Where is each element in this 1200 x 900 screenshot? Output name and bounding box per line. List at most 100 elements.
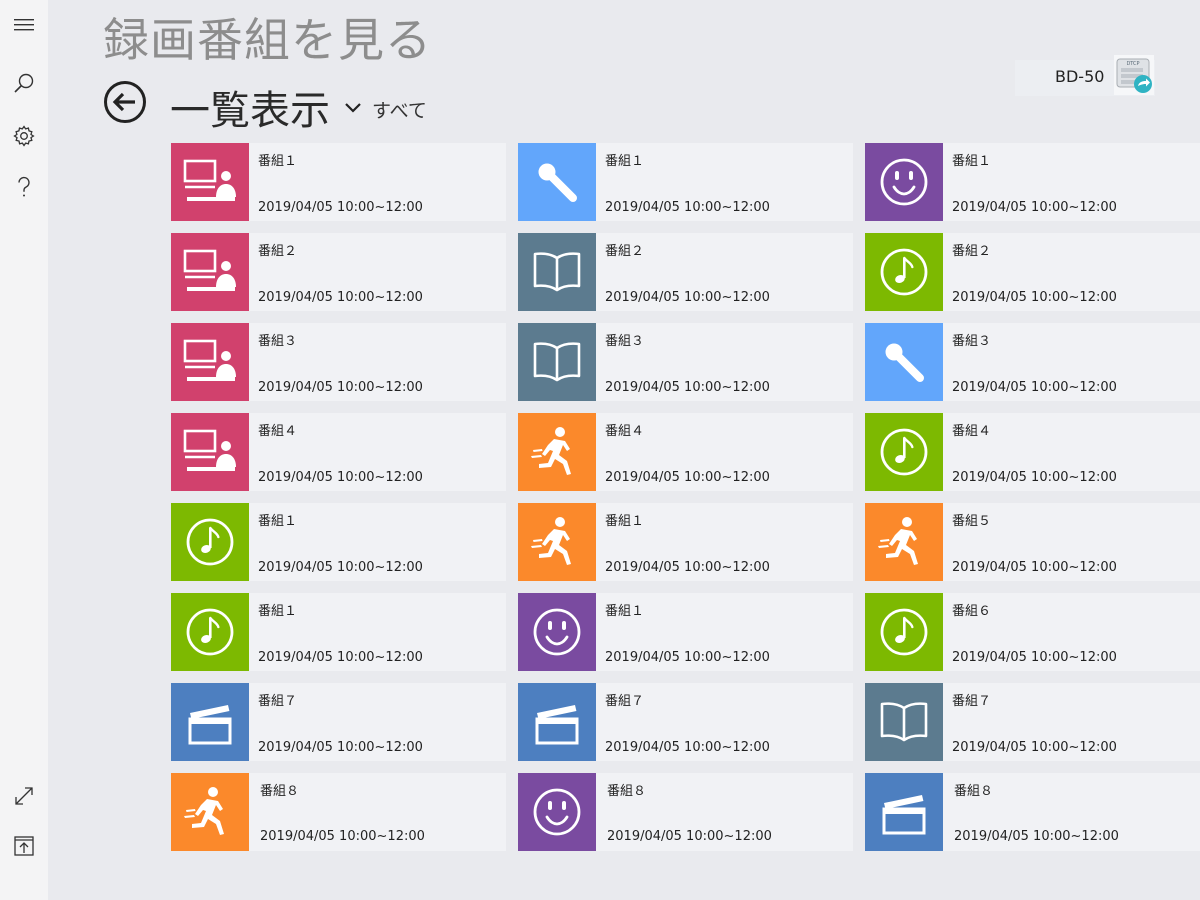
recording-tile[interactable]: 番組１ 2019/04/05 10:00~12:00 xyxy=(518,503,853,581)
recording-name: 番組８ xyxy=(607,784,647,799)
app-title: 録画番組を見る xyxy=(103,13,432,67)
recording-datetime: 2019/04/05 10:00~12:00 xyxy=(258,740,423,755)
recording-name: 番組１ xyxy=(952,154,992,169)
music-note-icon xyxy=(865,413,943,491)
runner-icon xyxy=(171,773,249,851)
book-icon xyxy=(518,323,596,401)
recording-datetime: 2019/04/05 10:00~12:00 xyxy=(954,829,1119,844)
hamburger-menu-icon[interactable] xyxy=(0,1,48,49)
recording-name: 番組３ xyxy=(952,334,992,349)
clapperboard-icon xyxy=(518,683,596,761)
recording-datetime: 2019/04/05 10:00~12:00 xyxy=(258,560,423,575)
recording-name: 番組７ xyxy=(605,694,645,709)
runner-icon xyxy=(865,503,943,581)
recording-name: 番組２ xyxy=(258,244,298,259)
recording-name: 番組５ xyxy=(952,514,992,529)
recording-datetime: 2019/04/05 10:00~12:00 xyxy=(605,200,770,215)
recording-name: 番組１ xyxy=(605,154,645,169)
recording-tile[interactable]: 番組８ 2019/04/05 10:00~12:00 xyxy=(518,773,853,851)
gear-icon[interactable] xyxy=(0,112,48,160)
recording-datetime: 2019/04/05 10:00~12:00 xyxy=(952,380,1117,395)
recording-name: 番組４ xyxy=(605,424,645,439)
recording-tile[interactable]: 番組４ 2019/04/05 10:00~12:00 xyxy=(171,413,506,491)
music-note-icon xyxy=(171,503,249,581)
recording-tile[interactable]: 番組２ 2019/04/05 10:00~12:00 xyxy=(171,233,506,311)
recording-name: 番組２ xyxy=(605,244,645,259)
recording-name: 番組７ xyxy=(952,694,992,709)
recording-tile[interactable]: 番組１ 2019/04/05 10:00~12:00 xyxy=(171,593,506,671)
recording-datetime: 2019/04/05 10:00~12:00 xyxy=(258,650,423,665)
chevron-down-icon[interactable] xyxy=(343,98,363,118)
recording-tile[interactable]: 番組５ 2019/04/05 10:00~12:00 xyxy=(865,503,1200,581)
recording-name: 番組１ xyxy=(258,604,298,619)
expand-icon[interactable] xyxy=(0,772,48,820)
clapperboard-icon xyxy=(865,773,943,851)
recording-tile[interactable]: 番組２ 2019/04/05 10:00~12:00 xyxy=(518,233,853,311)
device-selector[interactable]: BD-50 DTCP xyxy=(1015,55,1155,96)
recording-tile[interactable]: 番組１ 2019/04/05 10:00~12:00 xyxy=(518,593,853,671)
recording-datetime: 2019/04/05 10:00~12:00 xyxy=(258,200,423,215)
recording-datetime: 2019/04/05 10:00~12:00 xyxy=(952,200,1117,215)
recording-name: 番組４ xyxy=(258,424,298,439)
recording-name: 番組１ xyxy=(258,514,298,529)
recording-tile[interactable]: 番組３ 2019/04/05 10:00~12:00 xyxy=(171,323,506,401)
presenter-icon xyxy=(171,143,249,221)
recording-tile[interactable]: 番組４ 2019/04/05 10:00~12:00 xyxy=(865,413,1200,491)
presenter-icon xyxy=(171,323,249,401)
presenter-icon xyxy=(171,413,249,491)
search-icon[interactable] xyxy=(0,60,48,108)
recording-name: 番組１ xyxy=(605,514,645,529)
export-icon[interactable] xyxy=(0,822,48,870)
recording-tile[interactable]: 番組３ 2019/04/05 10:00~12:00 xyxy=(865,323,1200,401)
recording-datetime: 2019/04/05 10:00~12:00 xyxy=(952,560,1117,575)
recording-tile[interactable]: 番組８ 2019/04/05 10:00~12:00 xyxy=(865,773,1200,851)
recording-tile[interactable]: 番組３ 2019/04/05 10:00~12:00 xyxy=(518,323,853,401)
recording-name: 番組８ xyxy=(954,784,994,799)
svg-text:DTCP: DTCP xyxy=(1126,61,1139,67)
music-note-icon xyxy=(171,593,249,671)
recording-name: 番組１ xyxy=(258,154,298,169)
recording-datetime: 2019/04/05 10:00~12:00 xyxy=(952,470,1117,485)
recording-name: 番組８ xyxy=(260,784,300,799)
recording-datetime: 2019/04/05 10:00~12:00 xyxy=(605,290,770,305)
recording-tile[interactable]: 番組２ 2019/04/05 10:00~12:00 xyxy=(865,233,1200,311)
recording-tile[interactable]: 番組７ 2019/04/05 10:00~12:00 xyxy=(518,683,853,761)
smiley-icon xyxy=(865,143,943,221)
recording-datetime: 2019/04/05 10:00~12:00 xyxy=(258,290,423,305)
recording-datetime: 2019/04/05 10:00~12:00 xyxy=(605,380,770,395)
recording-tile[interactable]: 番組１ 2019/04/05 10:00~12:00 xyxy=(865,143,1200,221)
music-note-icon xyxy=(865,593,943,671)
back-arrow-icon xyxy=(104,81,146,123)
back-button[interactable] xyxy=(103,80,147,124)
clapperboard-icon xyxy=(171,683,249,761)
sidebar xyxy=(0,0,48,900)
runner-icon xyxy=(518,503,596,581)
recording-tile[interactable]: 番組１ 2019/04/05 10:00~12:00 xyxy=(171,143,506,221)
recording-datetime: 2019/04/05 10:00~12:00 xyxy=(605,470,770,485)
dtcp-device-icon: DTCP xyxy=(1114,55,1154,95)
recording-tile[interactable]: 番組６ 2019/04/05 10:00~12:00 xyxy=(865,593,1200,671)
recording-name: 番組６ xyxy=(952,604,992,619)
recording-name: 番組７ xyxy=(258,694,298,709)
recording-tile[interactable]: 番組７ 2019/04/05 10:00~12:00 xyxy=(865,683,1200,761)
recording-name: 番組４ xyxy=(952,424,992,439)
recording-datetime: 2019/04/05 10:00~12:00 xyxy=(258,380,423,395)
recording-datetime: 2019/04/05 10:00~12:00 xyxy=(605,560,770,575)
microphone-icon xyxy=(518,143,596,221)
recording-name: 番組２ xyxy=(952,244,992,259)
recording-tile[interactable]: 番組７ 2019/04/05 10:00~12:00 xyxy=(171,683,506,761)
recording-tile[interactable]: 番組１ 2019/04/05 10:00~12:00 xyxy=(518,143,853,221)
recording-datetime: 2019/04/05 10:00~12:00 xyxy=(260,829,425,844)
recording-datetime: 2019/04/05 10:00~12:00 xyxy=(607,829,772,844)
filter-label[interactable]: すべて xyxy=(372,96,427,123)
recording-tile[interactable]: 番組４ 2019/04/05 10:00~12:00 xyxy=(518,413,853,491)
help-icon[interactable] xyxy=(0,163,48,211)
view-title[interactable]: 一覧表示 xyxy=(170,78,330,136)
runner-icon xyxy=(518,413,596,491)
recording-datetime: 2019/04/05 10:00~12:00 xyxy=(605,740,770,755)
recording-tile[interactable]: 番組８ 2019/04/05 10:00~12:00 xyxy=(171,773,506,851)
smiley-icon xyxy=(518,593,596,671)
recording-tile[interactable]: 番組１ 2019/04/05 10:00~12:00 xyxy=(171,503,506,581)
recording-datetime: 2019/04/05 10:00~12:00 xyxy=(952,650,1117,665)
recording-name: 番組３ xyxy=(605,334,645,349)
